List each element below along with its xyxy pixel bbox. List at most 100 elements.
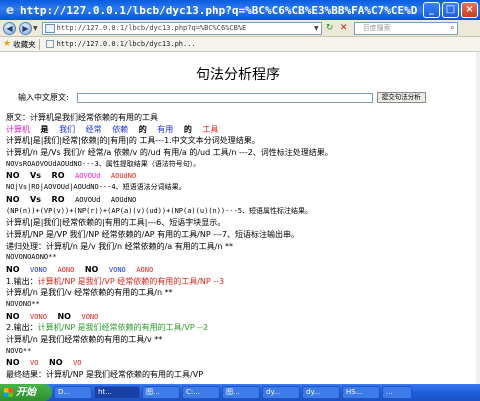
- grammar-symbol: AOVOUd: [75, 195, 101, 204]
- page-icon: [44, 23, 55, 33]
- input-row: 输入中文原文: 提交句法分析: [18, 92, 426, 103]
- output-line-6: NO Vs RO AOVOUd AOUdNO: [6, 170, 474, 182]
- back-button[interactable]: ◀: [3, 21, 16, 35]
- output-line-10: 计算机|是|我们|经常依赖的|有用的工具|---6、短语字块显示。: [6, 218, 226, 228]
- segment-word: 的: [183, 124, 192, 134]
- taskbar-item[interactable]: ...: [382, 386, 412, 399]
- tab-current[interactable]: http://127.0.0.1/lbcb/dyc13.ph...: [57, 40, 227, 48]
- output-line-15: 1.输出：计算机/NP 是我们/VP 经常依赖的有用的工具/NP --3: [6, 276, 474, 288]
- taskbar-item[interactable]: D...: [54, 386, 92, 399]
- output-result: 计算机/NP 是我们/VP 经常依赖的有用的工具/NP --3: [37, 276, 225, 286]
- segment-word: 的: [138, 124, 147, 134]
- page-scrollbar[interactable]: [476, 52, 480, 384]
- output-line-11: 计算机/NP 是/VP 我们/NP 经常依赖的/AP 有用的工具/NP ---7…: [6, 229, 299, 239]
- grammar-symbol: VO: [73, 359, 82, 368]
- grammar-symbol: AOUdNO: [110, 195, 137, 204]
- taskbar: 开始 D... ht... 图... C:... 图... dy... dy..…: [0, 384, 480, 401]
- taskbar-item[interactable]: ht...: [94, 386, 140, 399]
- search-box[interactable]: 百度搜索 ⌕: [353, 21, 458, 35]
- page-content: 句法分析程序 输入中文原文: 提交句法分析 原文：计算机是我们经常依赖的有用的工…: [0, 52, 476, 384]
- output-line-14: NO VONO AONO NO VONO AONO: [6, 264, 474, 276]
- minimize-button[interactable]: _: [423, 2, 440, 18]
- window-titlebar: e http://127.0.0.1/lbcb/dyc13.php?q=%BC%…: [0, 0, 480, 20]
- maximize-button[interactable]: □: [442, 2, 459, 18]
- close-button[interactable]: ×: [461, 2, 478, 18]
- grammar-symbol: Vs: [30, 171, 41, 181]
- output-line-16: 计算机/n 是我们/v 经常依赖的有用的工具/n **: [6, 288, 173, 298]
- output-line-7: NO|Vs|RO|AOVOUd|AOUdNO---4、短语语法分词结果。: [6, 183, 186, 192]
- grammar-symbol: VONO: [81, 312, 99, 321]
- favorites-star-icon[interactable]: ★: [3, 39, 11, 49]
- ie-icon: e: [5, 3, 15, 17]
- favorites-button[interactable]: 收藏夹: [13, 39, 36, 50]
- output-result: 计算机/NP 是我们经常依赖的有用的工具/VP --2: [37, 323, 209, 333]
- output-line-17: NOVONO**: [6, 300, 40, 308]
- window-title: http://127.0.0.1/lbcb/dyc13.php?q=%BC%C6…: [20, 3, 418, 17]
- window-controls: _ □ ×: [423, 2, 478, 18]
- grammar-symbol: VO: [30, 359, 39, 368]
- grammar-symbol: NO: [6, 171, 20, 181]
- stop-icon[interactable]: ✕: [338, 22, 350, 34]
- grammar-symbol: NO: [6, 264, 20, 274]
- output-line-4: 计算机/n 是/Vs 我们/r 经常/a 依赖/v 的/ud 有用/a 的/ud…: [6, 148, 333, 158]
- grammar-symbol: NO: [6, 358, 20, 368]
- refresh-icon[interactable]: ↻: [324, 22, 336, 34]
- analysis-output: 原文：计算机是我们经常依赖的有用的工具 计算机 是 我们 经常 依赖 的 有用 …: [6, 112, 474, 381]
- forward-button[interactable]: ▶: [19, 21, 32, 35]
- taskbar-item[interactable]: 图...: [142, 386, 180, 399]
- segment-word: 依赖: [112, 124, 129, 134]
- submit-parse-button[interactable]: 提交句法分析: [376, 92, 426, 103]
- output-line-23: 最终结果：计算机/NP 是我们经常依赖的有用的工具/VP: [6, 370, 204, 380]
- taskbar-item[interactable]: HS...: [342, 386, 380, 399]
- grammar-symbol: RO: [51, 171, 65, 181]
- start-button[interactable]: 开始: [0, 384, 52, 401]
- output-line-1: 原文：计算机是我们经常依赖的有用的工具: [6, 113, 158, 122]
- output-line-21: NOVO**: [6, 346, 32, 355]
- grammar-symbol: NO: [57, 311, 71, 321]
- grammar-symbol: Vs: [30, 194, 41, 204]
- grammar-symbol: AONO: [57, 265, 75, 274]
- segment-word: 计算机: [6, 124, 30, 134]
- search-icon[interactable]: ⌕: [450, 23, 454, 33]
- output-prefix: 2.输出：: [6, 323, 38, 333]
- grammar-symbol: NO: [6, 311, 20, 321]
- grammar-symbol: VONO: [30, 265, 47, 274]
- output-line-20: 计算机/n 是我们经常依赖的有用的工具/v **: [6, 335, 163, 345]
- favorites-bar: ★ 收藏夹 http://127.0.0.1/lbcb/dyc13.ph...: [0, 37, 480, 52]
- taskbar-item[interactable]: dy...: [302, 386, 340, 399]
- taskbar-item[interactable]: dy...: [262, 386, 300, 399]
- input-label: 输入中文原文:: [18, 93, 69, 102]
- address-dropdown-icon[interactable]: ▼: [314, 25, 319, 32]
- output-line-18: NO VONO NO VONO: [6, 311, 474, 323]
- grammar-symbol: AOUdNO: [110, 172, 137, 181]
- grammar-symbol: NO: [84, 264, 99, 274]
- taskbar-item[interactable]: C:...: [182, 386, 220, 399]
- tab-page-icon: [45, 40, 54, 48]
- output-line-22: NO VO NO VO: [6, 357, 474, 369]
- history-dropdown-icon[interactable]: ▼: [33, 25, 38, 32]
- output-prefix: 1.输出：: [6, 276, 38, 286]
- taskbar-item[interactable]: 图...: [222, 386, 260, 399]
- output-line-19: 2.输出：计算机/NP 是我们经常依赖的有用的工具/VP --2: [6, 322, 474, 334]
- navigation-bar: ◀ ▶ ▼ http://127.0.0.1/lbcb/dyc13.php?q=…: [0, 20, 480, 37]
- address-input[interactable]: http://127.0.0.1/lbcb/dyc13.php?q=%BC%C6…: [57, 24, 292, 32]
- page-title: 句法分析程序: [196, 67, 280, 83]
- output-line-8: NO Vs RO AOVOUd AOUdNO: [6, 194, 474, 206]
- grammar-symbol: VONO: [108, 265, 126, 274]
- output-line-12: 递归处理：计算机/n 是/v 我们/n 经常依赖的/a 有用的工具/n **: [6, 241, 234, 251]
- grammar-symbol: RO: [51, 194, 65, 204]
- output-line-13: NOVONOAONO**: [6, 253, 57, 262]
- chinese-text-input[interactable]: [76, 92, 373, 103]
- output-line-9: (NP(n))+(VP(v))+(NP(r))+(AP(a)(v)(ud))+(…: [6, 206, 313, 215]
- grammar-symbol: NO: [49, 358, 63, 368]
- search-input[interactable]: 百度搜索: [363, 23, 391, 33]
- address-bar[interactable]: http://127.0.0.1/lbcb/dyc13.php?q=%BC%C6…: [41, 21, 322, 35]
- grammar-symbol: VONO: [30, 312, 47, 321]
- grammar-symbol: AOVOUd: [75, 172, 101, 181]
- output-line-2: 计算机 是 我们 经常 依赖 的 有用 的 工具: [6, 124, 474, 136]
- segment-word: 是: [40, 124, 49, 134]
- grammar-symbol: AONO: [136, 265, 154, 274]
- segment-word: 经常: [85, 124, 102, 134]
- favorites-divider: [38, 38, 40, 50]
- grammar-symbol: NO: [6, 194, 20, 204]
